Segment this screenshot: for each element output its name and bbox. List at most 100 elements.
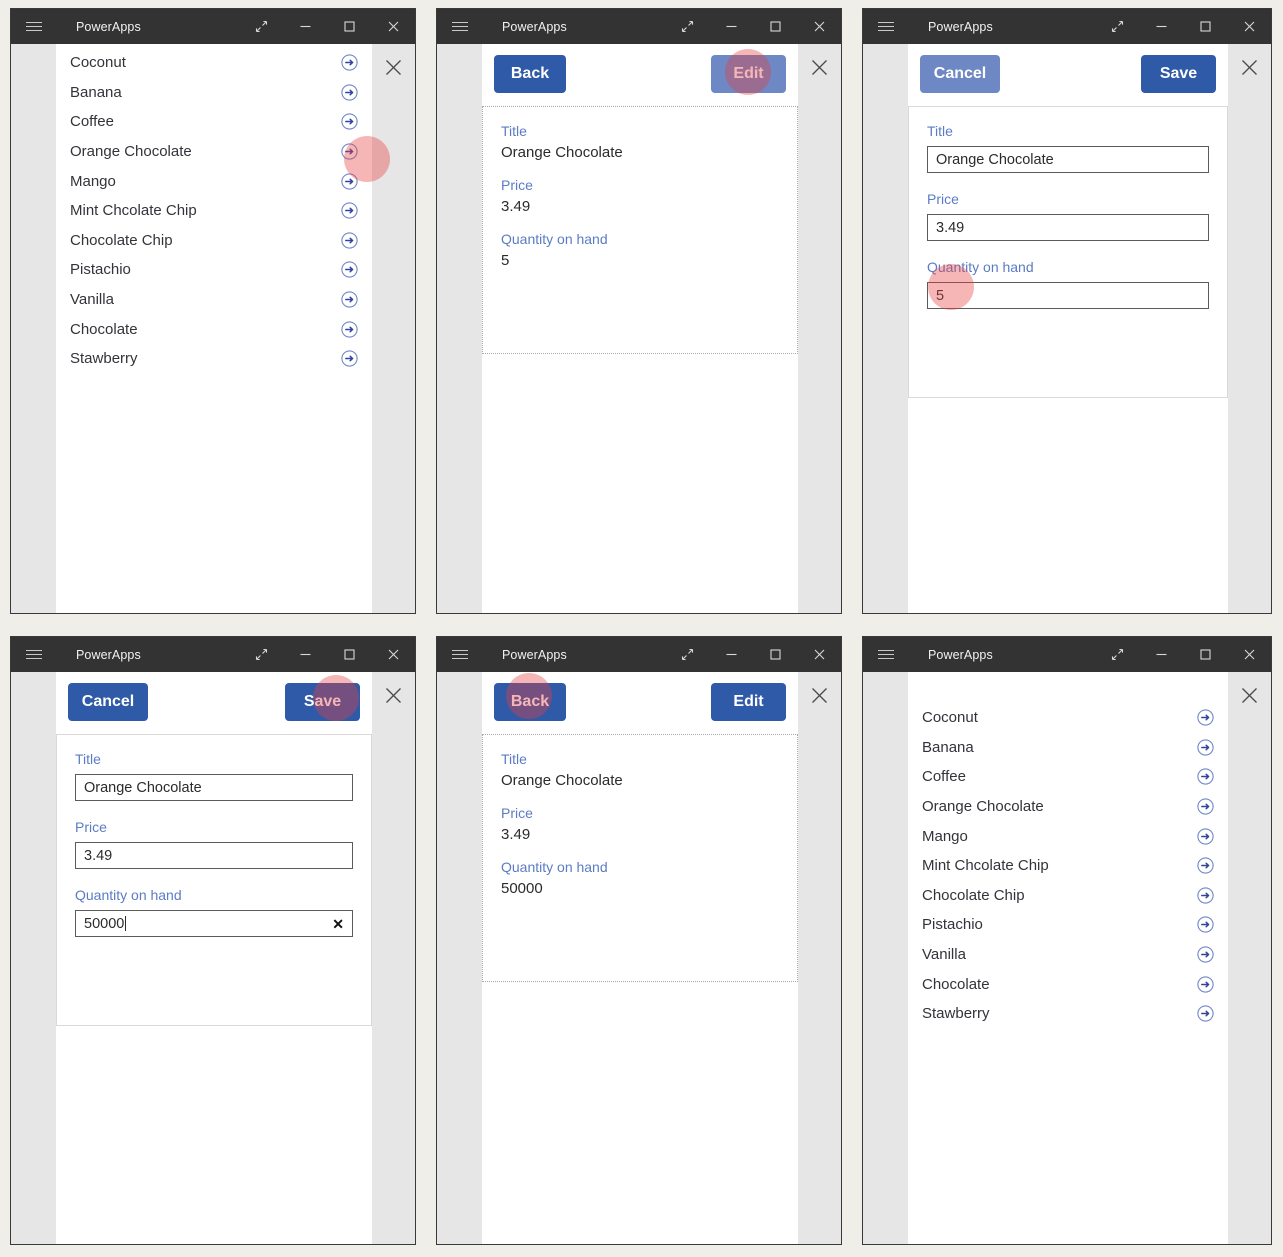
list-item[interactable]: Mint Chcolate Chip <box>908 851 1228 881</box>
list-item[interactable]: Banana <box>56 78 372 108</box>
hamburger-menu-icon[interactable] <box>11 637 57 672</box>
list-item-label: Coffee <box>922 768 966 786</box>
app-close-icon[interactable] <box>1234 52 1264 82</box>
hamburger-menu-icon[interactable] <box>437 9 483 44</box>
list-item[interactable]: Vanilla <box>56 285 372 315</box>
list-item-label: Chocolate <box>922 975 990 993</box>
close-icon[interactable] <box>1227 9 1271 44</box>
circle-arrow-right-icon[interactable] <box>341 84 358 101</box>
app-close-icon[interactable] <box>378 680 408 710</box>
hamburger-menu-icon[interactable] <box>863 637 909 672</box>
list-item[interactable]: Stawberry <box>56 344 372 374</box>
list-item[interactable]: Mango <box>908 821 1228 851</box>
minimize-icon[interactable] <box>709 637 753 672</box>
field-label: Price <box>927 191 959 207</box>
circle-arrow-right-icon[interactable] <box>341 320 358 338</box>
restore-icon[interactable] <box>239 9 283 44</box>
list-item[interactable]: Banana <box>908 733 1228 763</box>
circle-arrow-right-icon[interactable] <box>341 54 358 71</box>
text-input-value: 50000 <box>84 915 125 932</box>
list-item[interactable]: Pistachio <box>908 910 1228 940</box>
minimize-icon[interactable] <box>1139 9 1183 44</box>
maximize-icon[interactable] <box>753 637 797 672</box>
circle-arrow-right-icon[interactable] <box>341 202 358 219</box>
list-item[interactable]: Chocolate Chip <box>56 226 372 256</box>
list-item[interactable]: Chocolate Chip <box>908 881 1228 911</box>
text-input[interactable]: Orange Chocolate <box>927 146 1209 173</box>
circle-arrow-right-icon[interactable] <box>1197 857 1214 874</box>
close-icon[interactable] <box>1227 637 1271 672</box>
list-item[interactable]: Stawberry <box>908 999 1228 1029</box>
app-close-icon[interactable] <box>804 52 834 82</box>
circle-arrow-right-icon[interactable] <box>1197 709 1214 726</box>
close-icon[interactable] <box>797 9 841 44</box>
edit-button[interactable]: Edit <box>711 683 786 721</box>
list-item[interactable]: Coconut <box>56 48 372 78</box>
circle-arrow-right-icon[interactable] <box>341 173 358 190</box>
cancel-button[interactable]: Cancel <box>920 55 1000 93</box>
restore-icon[interactable] <box>1095 9 1139 44</box>
restore-icon[interactable] <box>239 637 283 672</box>
circle-arrow-right-icon[interactable] <box>341 232 358 249</box>
circle-arrow-right-icon[interactable] <box>341 143 358 160</box>
list-item[interactable]: Chocolate <box>908 969 1228 999</box>
circle-arrow-right-icon[interactable] <box>1197 916 1214 934</box>
close-icon[interactable] <box>371 9 415 44</box>
maximize-icon[interactable] <box>753 9 797 44</box>
text-input[interactable]: 5 <box>927 282 1209 309</box>
hamburger-menu-icon[interactable] <box>11 9 57 44</box>
app-close-icon[interactable] <box>378 52 408 82</box>
circle-arrow-right-icon[interactable] <box>1197 739 1214 756</box>
text-input[interactable]: Orange Chocolate <box>75 774 353 801</box>
edit-button[interactable]: Edit <box>711 55 786 93</box>
circle-arrow-right-icon[interactable] <box>341 261 358 279</box>
restore-icon[interactable] <box>1095 637 1139 672</box>
back-button[interactable]: Back <box>494 55 566 93</box>
minimize-icon[interactable] <box>283 637 327 672</box>
minimize-icon[interactable] <box>1139 637 1183 672</box>
text-input[interactable]: 3.49 <box>927 214 1209 241</box>
list-item[interactable]: Mango <box>56 166 372 196</box>
circle-arrow-right-icon[interactable] <box>1197 768 1214 786</box>
circle-arrow-right-icon[interactable] <box>1197 798 1214 815</box>
list-item[interactable]: Orange Chocolate <box>56 137 372 167</box>
maximize-icon[interactable] <box>1183 637 1227 672</box>
list-item[interactable]: Coconut <box>908 703 1228 733</box>
edit-field: Quantity on hand 50000 ✕ <box>75 887 353 937</box>
save-button[interactable]: Save <box>1141 55 1216 93</box>
close-icon[interactable] <box>371 637 415 672</box>
circle-arrow-right-icon[interactable] <box>1197 975 1214 993</box>
back-button[interactable]: Back <box>494 683 566 721</box>
text-input[interactable]: 50000 ✕ <box>75 910 353 937</box>
circle-arrow-right-icon[interactable] <box>1197 1005 1214 1022</box>
circle-arrow-right-icon[interactable] <box>341 113 358 131</box>
circle-arrow-right-icon[interactable] <box>1197 828 1214 845</box>
text-input[interactable]: 3.49 <box>75 842 353 869</box>
clear-x-icon[interactable]: ✕ <box>332 917 344 931</box>
app-close-icon[interactable] <box>804 680 834 710</box>
minimize-icon[interactable] <box>283 9 327 44</box>
minimize-icon[interactable] <box>709 9 753 44</box>
list-item[interactable]: Orange Chocolate <box>908 792 1228 822</box>
close-icon[interactable] <box>797 637 841 672</box>
hamburger-menu-icon[interactable] <box>437 637 483 672</box>
list-item[interactable]: Pistachio <box>56 255 372 285</box>
maximize-icon[interactable] <box>327 9 371 44</box>
restore-icon[interactable] <box>665 637 709 672</box>
list-item[interactable]: Vanilla <box>908 940 1228 970</box>
list-item[interactable]: Coffee <box>908 762 1228 792</box>
app-close-icon[interactable] <box>1234 680 1264 710</box>
cancel-button[interactable]: Cancel <box>68 683 148 721</box>
list-item[interactable]: Chocolate <box>56 314 372 344</box>
circle-arrow-right-icon[interactable] <box>341 350 358 367</box>
circle-arrow-right-icon[interactable] <box>1197 946 1214 963</box>
list-item[interactable]: Mint Chcolate Chip <box>56 196 372 226</box>
maximize-icon[interactable] <box>1183 9 1227 44</box>
list-item[interactable]: Coffee <box>56 107 372 137</box>
maximize-icon[interactable] <box>327 637 371 672</box>
hamburger-menu-icon[interactable] <box>863 9 909 44</box>
save-button[interactable]: Save <box>285 683 360 721</box>
circle-arrow-right-icon[interactable] <box>341 291 358 308</box>
restore-icon[interactable] <box>665 9 709 44</box>
circle-arrow-right-icon[interactable] <box>1197 887 1214 904</box>
